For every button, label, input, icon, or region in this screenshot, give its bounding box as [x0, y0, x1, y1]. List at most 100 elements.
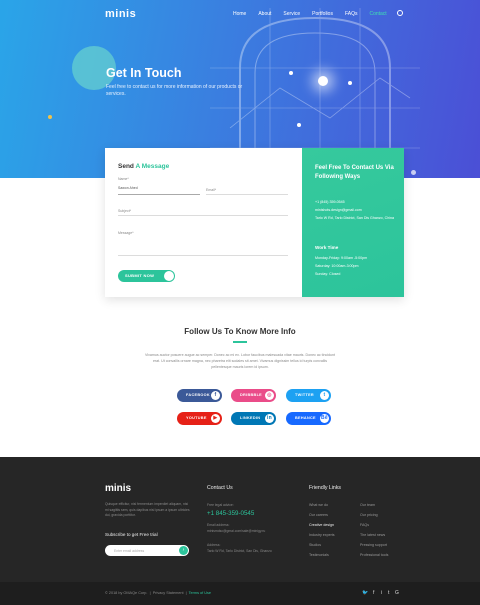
hours-weekday: Monday-Friday: 9:00am -5:00pm	[315, 256, 368, 260]
bottom-bar: © 2018 by OMAQe Corp. | Privacy Statemen…	[0, 582, 480, 605]
email-placeholder: Enter email address	[114, 548, 145, 553]
facebook-icon: f	[211, 391, 220, 400]
location-glow	[318, 76, 328, 86]
behance-label: BEHANCE	[295, 416, 316, 420]
copyright: © 2018 by OMAQe Corp. | Privacy Statemen…	[105, 591, 212, 595]
footer-link[interactable]: Studios	[309, 543, 321, 547]
page-subtitle: Feel free to contact us for more informa…	[106, 84, 243, 97]
nav-item-portfolios[interactable]: Portfolios	[312, 11, 333, 17]
name-value: Sawon Ahed	[118, 186, 138, 190]
twitter-button[interactable]: TWITTER t	[286, 389, 331, 402]
behance-button[interactable]: BEHANCE Bē	[286, 412, 331, 425]
footer-email[interactable]: minismdsc@gmai.com/sale@minigy.ru	[207, 529, 265, 534]
dribbble-icon: ◎	[265, 391, 274, 400]
nav-item-service[interactable]: Service	[283, 11, 300, 17]
footer-phone[interactable]: +1 845-359-0545	[207, 510, 254, 517]
phone-label: Free legal advice:	[207, 503, 234, 507]
hours-sunday: Sunday: Closed	[315, 272, 341, 276]
youtube-label: YOUTUBE	[186, 416, 207, 420]
name-label: Name*	[118, 177, 129, 181]
youtube-icon: ▶	[211, 414, 220, 423]
twitter-icon[interactable]: 🐦	[362, 590, 368, 596]
contact-card: Send A Message Name* Sawon Ahed Email* S…	[105, 148, 404, 297]
contact-info-panel: Feel Free To Contact Us Via Following Wa…	[302, 148, 404, 297]
message-field[interactable]: Message*	[118, 226, 288, 256]
map-pin-icon	[297, 122, 303, 129]
footer-link[interactable]: Testimonials	[309, 553, 329, 557]
footer-link[interactable]: Pressing support	[360, 543, 387, 547]
message-form: Send A Message Name* Sawon Ahed Email* S…	[105, 148, 302, 297]
footer-link[interactable]: Our team	[360, 503, 375, 507]
arrow-right-icon[interactable]: ›	[179, 546, 188, 555]
search-icon[interactable]	[397, 10, 403, 16]
subscribe-title: Subscribe to get Free trial	[105, 532, 158, 537]
footer-link[interactable]: Industry experts	[309, 533, 335, 537]
linkedin-icon[interactable]: i	[381, 590, 382, 596]
youtube-button[interactable]: YOUTUBE ▶	[177, 412, 222, 425]
google-plus-icon[interactable]: G	[395, 590, 399, 596]
decorative-dot	[411, 170, 416, 175]
footer-link[interactable]: Our careers	[309, 513, 328, 517]
form-title: Send A Message	[118, 163, 169, 170]
subject-field[interactable]: Subject*	[118, 204, 288, 216]
contact-heading: Contact Us	[207, 485, 233, 491]
privacy-link[interactable]: Privacy Statement	[153, 591, 184, 595]
main-nav: Home About Service Portfolios FAQs Conta…	[233, 10, 403, 17]
submit-button[interactable]: SUBMIT NOW	[118, 270, 175, 282]
address-label: Address:	[207, 543, 221, 547]
linkedin-icon: in	[265, 414, 274, 423]
work-time-title: Work Time	[315, 245, 339, 250]
brand-logo[interactable]: minis	[105, 8, 136, 20]
follow-description: Vivamus auctor posuere augue ac semper. …	[144, 353, 336, 369]
footer-about: Quisque efficitur, nisl fermentum imperd…	[105, 502, 190, 517]
footer-logo[interactable]: minis	[105, 483, 131, 494]
footer-link[interactable]: FAQs	[360, 523, 369, 527]
nav-item-home[interactable]: Home	[233, 11, 246, 17]
toggle-knob-icon	[164, 271, 174, 281]
behance-icon: Bē	[320, 414, 329, 423]
email-field[interactable]: Email*	[206, 183, 288, 195]
info-title: Feel Free To Contact Us Via Following Wa…	[315, 165, 394, 180]
footer-link[interactable]: What we do	[309, 503, 328, 507]
footer-link[interactable]: Creative design	[309, 523, 334, 527]
title-underline	[233, 341, 247, 343]
nav-item-about[interactable]: About	[258, 11, 271, 17]
email-label: Email address:	[207, 523, 230, 527]
subscribe-email-input[interactable]: Enter email address ›	[105, 545, 189, 556]
subject-label: Subject*	[118, 209, 132, 213]
page-title: Get In Touch	[106, 66, 182, 80]
name-field[interactable]: Name* Sawon Ahed	[118, 177, 200, 195]
hours-saturday: Saturday: 10:00am-3:00pm	[315, 264, 359, 268]
form-title-accent: A Message	[135, 163, 170, 170]
tumblr-icon[interactable]: t	[388, 590, 389, 596]
footer-link[interactable]: The latest news	[360, 533, 385, 537]
map-pin-icon	[348, 80, 354, 87]
decorative-dot	[48, 115, 52, 119]
copyright-text: © 2018 by OMAQe Corp.	[105, 591, 148, 595]
message-label: Message*	[118, 231, 134, 235]
facebook-icon[interactable]: f	[373, 590, 374, 596]
terms-link[interactable]: Terms of Use	[189, 591, 211, 595]
facebook-label: FACEBOOK	[186, 393, 210, 397]
email-label: Email*	[206, 188, 217, 192]
links-heading: Friendly Links	[309, 485, 342, 491]
dribbble-button[interactable]: DRIBBBLE ◎	[231, 389, 276, 402]
twitter-icon: t	[320, 391, 329, 400]
submit-label: SUBMIT NOW	[125, 273, 155, 278]
nav-item-contact[interactable]: Contact	[369, 11, 386, 17]
map-pin-icon	[289, 70, 295, 77]
info-phone[interactable]: +1 (845) 359-0545	[315, 200, 395, 205]
linkedin-button[interactable]: LINKEDIN in	[231, 412, 276, 425]
info-address: Tarlo W Rd, Tarlo District, San Dis Ghan…	[315, 216, 395, 220]
footer-link[interactable]: Our pricing	[360, 513, 378, 517]
info-email[interactable]: minishots.design@gmail.com	[315, 208, 395, 213]
dribbble-label: DRIBBBLE	[240, 393, 263, 397]
site-footer: minis Quisque efficitur, nisl fermentum …	[0, 457, 480, 582]
nav-item-faqs[interactable]: FAQs	[345, 11, 358, 17]
footer-link[interactable]: Professional tools	[360, 553, 388, 557]
footer-address: Tarlo W Rd, Tarlo District, San Dis, Gha…	[207, 549, 272, 553]
linkedin-label: LINKEDIN	[240, 416, 261, 420]
follow-title: Follow Us To Know More Info	[184, 327, 296, 336]
facebook-button[interactable]: FACEBOOK f	[177, 389, 222, 402]
form-title-prefix: Send	[118, 163, 136, 170]
